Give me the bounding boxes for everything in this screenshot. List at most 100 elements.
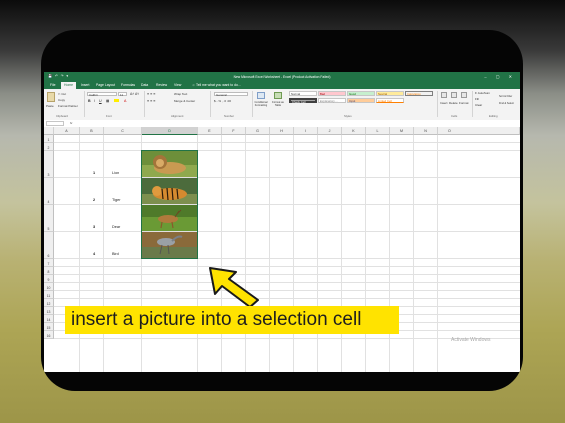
col-header-a[interactable]: A	[54, 127, 80, 135]
format-as-table-icon[interactable]	[274, 92, 282, 99]
cell-b5[interactable]: 3	[93, 225, 95, 229]
gridline	[221, 135, 222, 372]
grow-shrink-font-buttons[interactable]: A˄ A˅	[130, 92, 139, 96]
select-all-corner[interactable]	[44, 127, 54, 135]
cut-button[interactable]: ✂ Cut	[58, 92, 66, 96]
font-size-select[interactable]: 11	[118, 92, 127, 97]
row-header-12[interactable]: 12	[44, 299, 54, 307]
col-header-n[interactable]: N	[414, 127, 438, 135]
cell-selection-outline	[141, 150, 198, 259]
row-header-1[interactable]: 1	[44, 135, 54, 143]
row-header-16[interactable]: 16	[44, 331, 54, 339]
style-calculation[interactable]: Calculation	[405, 91, 433, 96]
borders-icon[interactable]: ▦	[106, 99, 109, 103]
insert-cells-icon[interactable]	[441, 92, 447, 98]
row-header-5[interactable]: 5	[44, 205, 54, 232]
col-header-o[interactable]: O	[438, 127, 520, 135]
col-header-e[interactable]: E	[198, 127, 222, 135]
clear-button[interactable]: Clear	[475, 103, 482, 107]
number-format-buttons[interactable]: $ - % , .0 .00	[214, 99, 231, 103]
format-painter-button[interactable]: Format Painter	[58, 104, 78, 108]
col-header-k[interactable]: K	[342, 127, 366, 135]
gridline	[79, 135, 80, 372]
tab-review[interactable]: Review	[156, 83, 167, 87]
fill-button[interactable]: Fill	[475, 97, 479, 101]
row-header-10[interactable]: 10	[44, 283, 54, 291]
tell-me-search[interactable]: ☼ Tell me what you want to do...	[192, 83, 241, 87]
underline-button[interactable]: U	[99, 99, 102, 103]
tab-data[interactable]: Data	[141, 83, 148, 87]
row-header-6[interactable]: 6	[44, 232, 54, 259]
row-header-13[interactable]: 13	[44, 307, 54, 315]
col-header-f[interactable]: F	[222, 127, 246, 135]
number-format-select[interactable]: General	[214, 92, 248, 97]
style-good[interactable]: Good	[347, 91, 375, 96]
autosum-button[interactable]: Σ AutoSum	[475, 91, 490, 95]
cell-c6[interactable]: Bird	[112, 252, 119, 256]
col-header-j[interactable]: J	[318, 127, 342, 135]
delete-cells-icon[interactable]	[451, 92, 457, 98]
delete-cells-button[interactable]: Delete	[449, 101, 458, 105]
row-header-15[interactable]: 15	[44, 323, 54, 331]
row-header-14[interactable]: 14	[44, 315, 54, 323]
cell-c4[interactable]: Tiger	[112, 198, 121, 202]
font-name-select[interactable]: Calibri	[87, 92, 117, 97]
format-cells-icon[interactable]	[461, 92, 467, 98]
fill-color-icon[interactable]	[114, 99, 119, 102]
paste-button[interactable]: Paste	[46, 104, 54, 108]
row-header-7[interactable]: 7	[44, 259, 54, 267]
row-header-11[interactable]: 11	[44, 291, 54, 299]
conditional-formatting-icon[interactable]	[257, 92, 265, 99]
font-color-icon[interactable]: A	[124, 99, 126, 103]
format-cells-button[interactable]: Format	[459, 101, 469, 105]
bold-button[interactable]: B	[88, 99, 91, 103]
row-header-9[interactable]: 9	[44, 275, 54, 283]
col-header-d[interactable]: D	[142, 127, 198, 135]
col-header-l[interactable]: L	[366, 127, 390, 135]
cell-b6[interactable]: 4	[93, 252, 95, 256]
conditional-formatting-button[interactable]: Conditional Formatting	[253, 101, 269, 107]
row-header-3[interactable]: 3	[44, 151, 54, 178]
style-input[interactable]: Input	[347, 98, 375, 103]
format-as-table-button[interactable]: Format as Table	[270, 101, 286, 107]
col-header-m[interactable]: M	[390, 127, 414, 135]
merge-center-button[interactable]: Merge & Center	[174, 99, 195, 103]
cell-c3[interactable]: Lion	[112, 171, 119, 175]
style-explanatory[interactable]: Explanatory ...	[318, 98, 346, 103]
tab-formulas[interactable]: Formulas	[121, 83, 135, 87]
row-header-8[interactable]: 8	[44, 267, 54, 275]
name-box[interactable]	[46, 121, 64, 126]
style-neutral[interactable]: Neutral	[376, 91, 404, 96]
find-select-button[interactable]: Find & Select	[499, 102, 519, 105]
style-normal[interactable]: Normal	[289, 91, 317, 96]
tab-view[interactable]: View	[174, 83, 181, 87]
align-left-icon[interactable]: ≡ ≡ ≡	[147, 99, 155, 103]
cell-b3[interactable]: 1	[93, 171, 95, 175]
style-bad[interactable]: Bad	[318, 91, 346, 96]
style-check-cell[interactable]: Check Cell	[289, 98, 317, 104]
clipboard-icon[interactable]	[47, 92, 55, 102]
copy-button[interactable]: Copy	[58, 98, 65, 102]
col-header-g[interactable]: G	[246, 127, 270, 135]
col-header-c[interactable]: C	[104, 127, 142, 135]
wrap-text-button[interactable]: Wrap Text	[174, 92, 187, 96]
cell-b4[interactable]: 2	[93, 198, 95, 202]
tab-insert[interactable]: Insert	[81, 83, 89, 87]
sort-filter-button[interactable]: Sort & Filter	[499, 95, 519, 98]
fx-icon[interactable]: fx	[70, 121, 72, 125]
cell-c5[interactable]: Dear	[112, 225, 120, 229]
tab-page-layout[interactable]: Page Layout	[96, 83, 115, 87]
tab-home[interactable]: Home	[61, 82, 77, 89]
row-header-2[interactable]: 2	[44, 143, 54, 151]
style-linked-cell[interactable]: Linked Cell	[376, 98, 404, 103]
row-header-4[interactable]: 4	[44, 178, 54, 205]
align-top-icon[interactable]: ≡ ≡ ≡	[147, 92, 155, 96]
italic-button[interactable]: I	[94, 99, 95, 103]
col-header-i[interactable]: I	[294, 127, 318, 135]
caption-banner: insert a picture into a selection cell	[65, 306, 399, 334]
window-controls[interactable]: – ▢ ✕	[484, 74, 516, 79]
col-header-h[interactable]: H	[270, 127, 294, 135]
col-header-b[interactable]: B	[80, 127, 104, 135]
tab-file[interactable]: File	[50, 83, 55, 87]
insert-cells-button[interactable]: Insert	[440, 101, 448, 105]
